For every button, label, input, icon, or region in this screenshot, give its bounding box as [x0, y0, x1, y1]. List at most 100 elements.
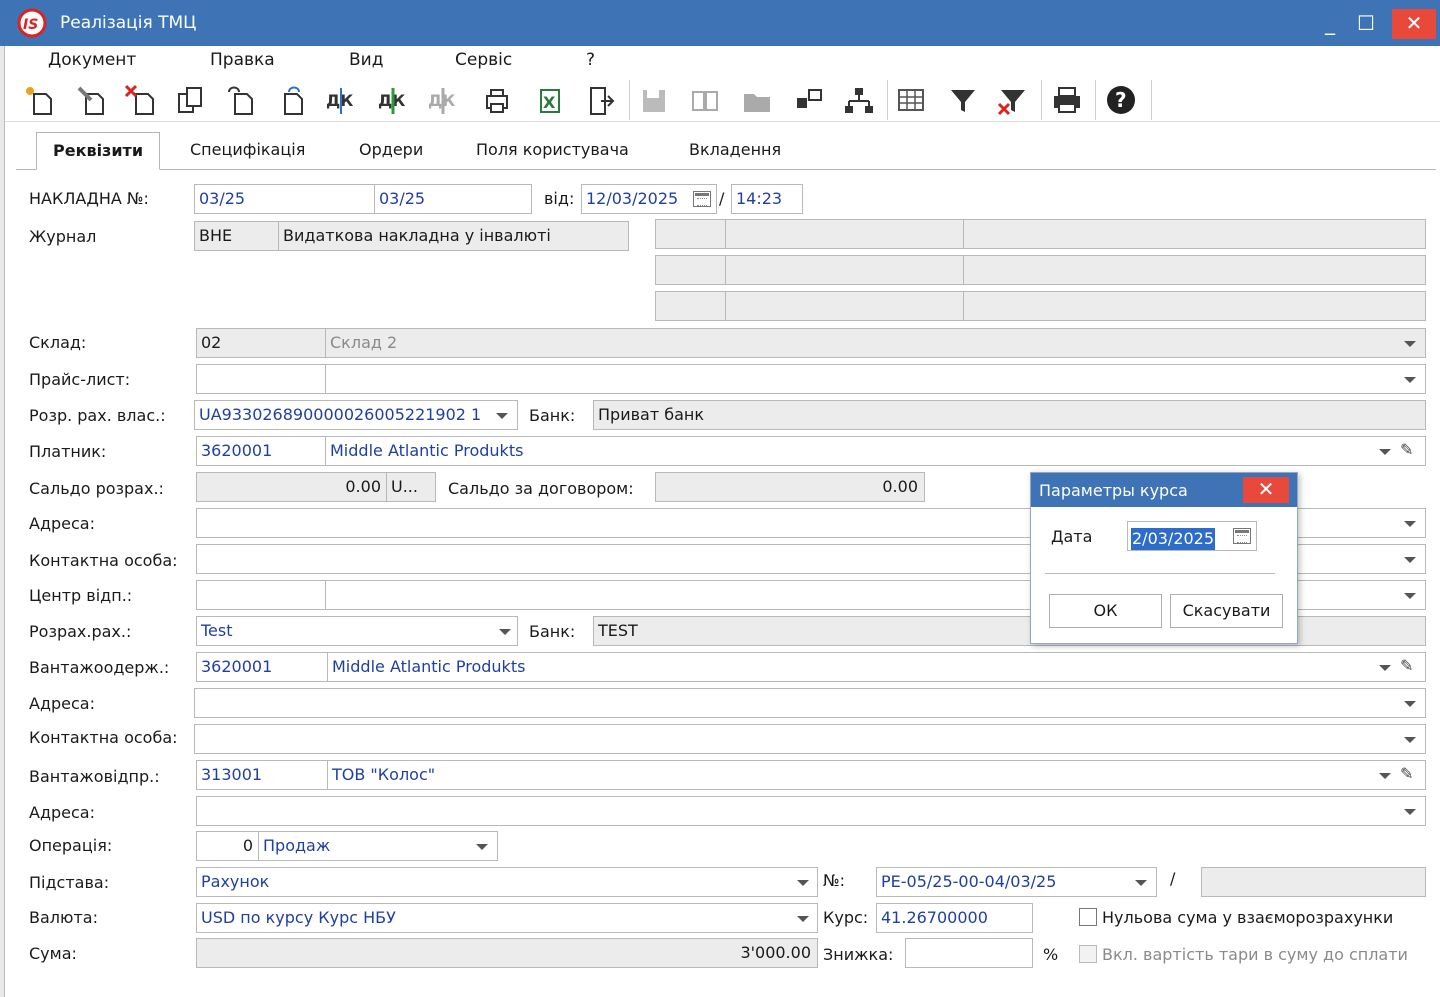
chevron-down-icon[interactable]	[1135, 880, 1147, 886]
post-entries-icon[interactable]: ДК	[323, 82, 359, 118]
settlement-bank-field: TEST	[593, 616, 1426, 646]
shipper-code-field[interactable]: 313001	[196, 760, 329, 790]
chevron-down-icon[interactable]	[1404, 737, 1416, 743]
menu-help[interactable]: ?	[586, 50, 595, 70]
chevron-down-icon[interactable]	[1379, 773, 1391, 779]
chevron-down-icon[interactable]	[1404, 341, 1416, 347]
chevron-down-icon[interactable]	[476, 844, 488, 850]
menu-service[interactable]: Сервіс	[455, 50, 512, 70]
contact-label: Контактна особа:	[29, 728, 178, 747]
hierarchy-icon[interactable]	[841, 82, 877, 118]
consignee-contact-field[interactable]	[194, 724, 1426, 754]
minimize-button[interactable]: _	[1310, 9, 1350, 39]
extra-field	[963, 219, 1426, 249]
tab-attachments[interactable]: Вкладення	[689, 140, 781, 170]
calendar-icon[interactable]	[1233, 528, 1251, 544]
chevron-down-icon[interactable]	[1379, 449, 1391, 455]
pencil-icon[interactable]: ✎	[1400, 440, 1413, 459]
calendar-icon[interactable]	[693, 191, 711, 207]
center-code-field[interactable]	[196, 580, 327, 610]
maximize-button[interactable]: ☐	[1346, 9, 1386, 39]
sum-label: Сума:	[29, 944, 77, 963]
unpost-entries-icon: ДК	[425, 82, 461, 118]
invoice-number-field[interactable]: 03/25	[194, 184, 376, 214]
delete-doc-icon[interactable]	[123, 82, 159, 118]
zero-sum-label: Нульова сума у взаєморозрахунки	[1102, 908, 1394, 927]
own-account-select[interactable]: UA933026890000026005221902 1	[194, 400, 518, 430]
pricelist-code-field[interactable]	[196, 364, 327, 394]
currency-select[interactable]: USD по курсу Курс НБУ	[196, 903, 818, 933]
tab-user-fields[interactable]: Поля користувача	[476, 140, 629, 170]
consignee-address-field[interactable]	[194, 688, 1426, 718]
post-entries-green-icon[interactable]: ДК	[375, 82, 411, 118]
export-icon[interactable]	[583, 82, 619, 118]
settlement-label: Розрах.рах.:	[29, 622, 132, 641]
print-icon[interactable]	[1049, 82, 1085, 118]
menu-document[interactable]: Документ	[48, 50, 136, 70]
balance-field: 0.00	[196, 472, 388, 502]
close-button[interactable]: ✕	[1392, 9, 1436, 39]
chevron-down-icon[interactable]	[499, 629, 511, 635]
svg-text:?: ?	[1115, 88, 1127, 112]
discount-field[interactable]	[905, 938, 1033, 968]
pencil-icon[interactable]: ✎	[1400, 656, 1413, 675]
basis-number-select[interactable]: РЕ-05/25-00-04/03/25	[876, 867, 1157, 897]
chevron-down-icon[interactable]	[1404, 809, 1416, 815]
rate-field[interactable]: 41.26700000	[876, 903, 1033, 933]
grid-icon[interactable]	[893, 82, 929, 118]
consignee-name-field[interactable]: Middle Atlantic Produkts	[327, 652, 1426, 682]
shipper-address-field[interactable]	[196, 796, 1426, 826]
menu-edit[interactable]: Правка	[210, 50, 275, 70]
filter-icon[interactable]	[945, 82, 981, 118]
save-icon	[635, 82, 671, 118]
payer-name-field[interactable]: Middle Atlantic Produkts	[325, 436, 1426, 466]
warehouse-label: Склад:	[29, 333, 87, 352]
zero-sum-checkbox[interactable]	[1079, 908, 1097, 926]
chevron-down-icon[interactable]	[1379, 665, 1391, 671]
ok-button[interactable]: ОК	[1049, 594, 1162, 628]
pricelist-name-field[interactable]	[325, 364, 1426, 394]
menu-view[interactable]: Вид	[349, 50, 383, 70]
chevron-down-icon[interactable]	[797, 880, 809, 886]
chevron-down-icon[interactable]	[1404, 521, 1416, 527]
create-doc-icon[interactable]	[21, 82, 57, 118]
settlement-select[interactable]: Test	[196, 616, 518, 646]
journal-label: Журнал	[29, 227, 97, 246]
return-doc-icon[interactable]	[223, 82, 259, 118]
payer-code-field[interactable]: 3620001	[196, 436, 327, 466]
pencil-icon[interactable]: ✎	[1400, 764, 1413, 783]
dialog-close-icon[interactable]: ✕	[1243, 477, 1289, 503]
tab-specification[interactable]: Специфікація	[190, 140, 305, 170]
extra-field	[963, 255, 1426, 285]
balance-unit-field[interactable]: U...	[386, 472, 436, 502]
balance-label: Сальдо розрах.:	[29, 479, 164, 498]
time-field[interactable]: 14:23	[731, 184, 803, 214]
currency-label: Валюта:	[29, 908, 98, 927]
tare-label: Вкл. вартість тари в суму до сплати	[1102, 945, 1408, 964]
excel-export-icon[interactable]: X	[531, 82, 567, 118]
edit-doc-icon[interactable]	[73, 82, 109, 118]
consignee-code-field[interactable]: 3620001	[196, 652, 329, 682]
copy-doc-icon[interactable]	[173, 82, 209, 118]
forward-doc-icon[interactable]	[273, 82, 309, 118]
chevron-down-icon[interactable]	[1404, 593, 1416, 599]
chevron-down-icon[interactable]	[1404, 377, 1416, 383]
basis-select[interactable]: Рахунок	[196, 867, 818, 897]
chevron-down-icon[interactable]	[1404, 701, 1416, 707]
bank-label: Банк:	[529, 622, 576, 641]
print-forms-icon[interactable]	[479, 82, 515, 118]
chevron-down-icon[interactable]	[1404, 557, 1416, 563]
pricelist-label: Прайс-лист:	[29, 370, 131, 389]
tab-orders[interactable]: Ордери	[359, 140, 423, 170]
invoice-number-2-field[interactable]: 03/25	[374, 184, 532, 214]
clear-filter-icon[interactable]	[995, 82, 1031, 118]
cancel-button[interactable]: Скасувати	[1170, 594, 1283, 628]
help-icon[interactable]: ?	[1103, 82, 1139, 118]
chevron-down-icon[interactable]	[797, 916, 809, 922]
relations-icon[interactable]	[791, 82, 827, 118]
operation-code-field[interactable]: 0	[196, 831, 260, 861]
tab-requisites[interactable]: Реквізити	[36, 132, 161, 170]
operation-select[interactable]: Продаж	[258, 831, 498, 861]
chevron-down-icon[interactable]	[496, 413, 508, 419]
shipper-name-field[interactable]: ТОВ "Колос"	[327, 760, 1426, 790]
